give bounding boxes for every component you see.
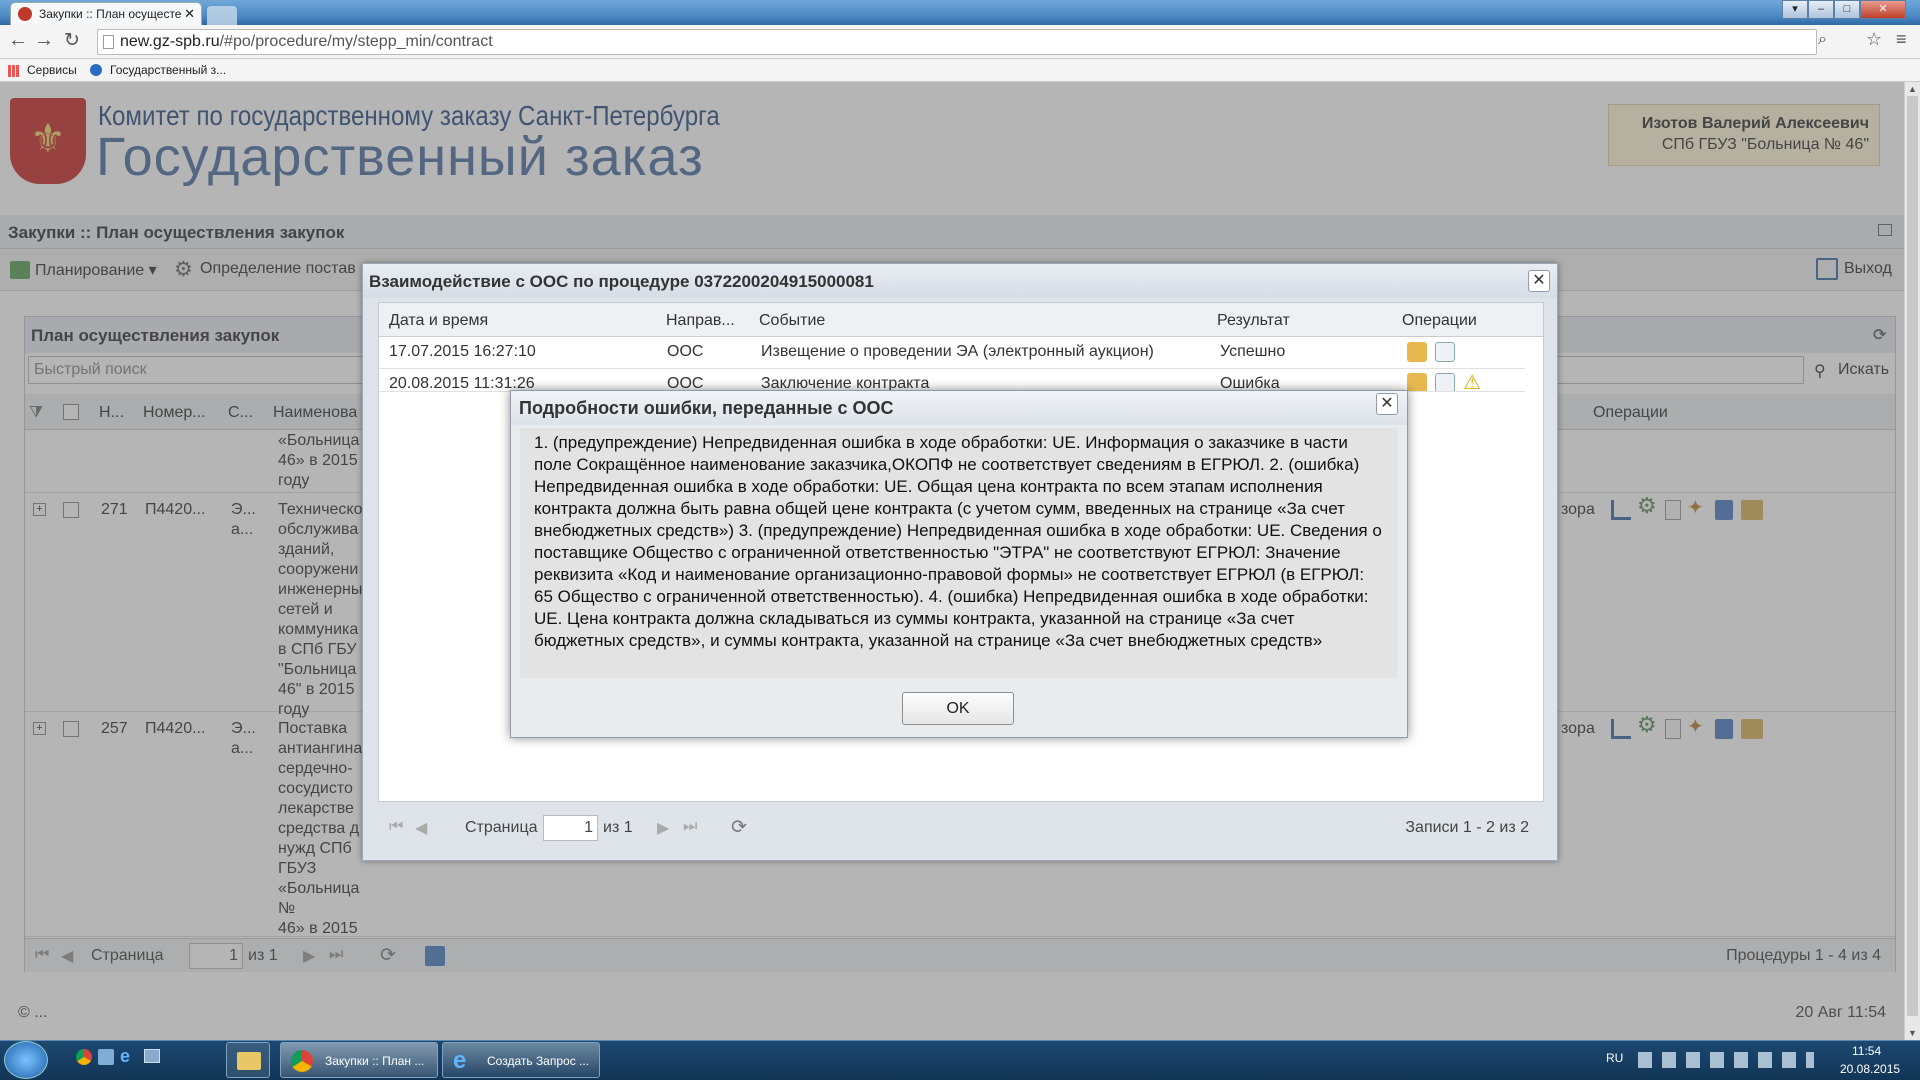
document-icon[interactable] <box>1435 373 1455 391</box>
browser-tab-active[interactable]: Закупки :: План осущесте ✕ <box>10 2 202 25</box>
table-row[interactable]: 20.08.2015 11:31:26 ООС Заключение контр… <box>379 370 1525 392</box>
tab-close-icon[interactable]: ✕ <box>184 6 195 22</box>
search-icon[interactable]: ⌕ <box>1818 31 1827 49</box>
site-favicon-icon <box>18 7 32 21</box>
event-datetime: 17.07.2015 16:27:10 <box>389 343 536 360</box>
bookmark-globe-icon <box>90 64 102 76</box>
ooc-dialog-close-button[interactable]: ✕ <box>1528 270 1550 292</box>
browser-tabbar <box>0 0 1920 25</box>
star-icon[interactable]: ☆ <box>1866 29 1882 50</box>
package-icon[interactable] <box>1407 342 1427 362</box>
document-icon[interactable] <box>1435 342 1455 362</box>
table-row[interactable]: 17.07.2015 16:27:10 ООС Извещение о пров… <box>379 337 1525 369</box>
col-result[interactable]: Результат <box>1217 312 1290 330</box>
apps-grid-icon <box>8 65 20 77</box>
desktop-quicklaunch-icon[interactable] <box>144 1049 160 1063</box>
page-label: Страница <box>465 819 538 836</box>
address-bar[interactable]: new.gz-spb.ru/#po/procedure/my/stepp_min… <box>97 29 1817 55</box>
col-direction[interactable]: Направ... <box>666 312 735 330</box>
ie-quicklaunch-icon[interactable]: e <box>120 1046 130 1067</box>
browser-tab-title: Закупки :: План осущесте <box>39 7 182 21</box>
error-message: 1. (предупреждение) Непредвиденная ошибк… <box>520 428 1398 678</box>
chrome-quicklaunch-icon[interactable] <box>76 1049 92 1065</box>
window-minimize-button[interactable]: – <box>1808 0 1834 19</box>
prev-page-icon[interactable]: ◀ <box>415 818 427 838</box>
ooc-dialog-title: Взаимодействие с ООС по процедуре 037220… <box>363 264 1557 298</box>
event-name: Извещение о проведении ЭА (электронный а… <box>761 343 1154 360</box>
next-page-icon[interactable]: ▶ <box>657 818 669 838</box>
event-result: Успешно <box>1220 343 1286 360</box>
scroll-up-icon[interactable]: ▲ <box>1908 84 1917 94</box>
error-dialog-title: Подробности ошибки, переданные с ООС <box>511 391 1407 425</box>
scroll-down-icon[interactable]: ▼ <box>1908 1028 1917 1038</box>
error-dialog-close-button[interactable]: ✕ <box>1376 393 1398 415</box>
taskbar-ie-window[interactable]: e Создать Запрос ... <box>442 1042 600 1078</box>
page-input[interactable]: 1 <box>543 815 598 841</box>
refresh-icon[interactable]: ⟳ <box>731 816 747 839</box>
bookmark-goszakaz[interactable]: Государственный з... <box>110 63 226 77</box>
window-restore-button[interactable]: ▾ <box>1782 0 1808 19</box>
bookmarks-bar: Сервисы Государственный з... <box>0 59 1920 82</box>
folder-taskbar-button[interactable] <box>226 1042 270 1078</box>
ok-button[interactable]: OK <box>902 692 1014 725</box>
menu-icon[interactable]: ≡ <box>1896 29 1907 50</box>
url-path: /#po/procedure/my/stepp_min/contract <box>219 33 493 50</box>
window-maximize-button[interactable]: □ <box>1834 0 1860 19</box>
page-scrollbar[interactable]: ▲ ▼ <box>1904 82 1920 1044</box>
reload-icon[interactable]: ↻ <box>64 29 80 52</box>
last-page-icon[interactable]: ⏭ <box>683 818 697 836</box>
package-icon[interactable] <box>1407 373 1427 391</box>
event-direction: ООС <box>667 343 704 360</box>
window-close-button[interactable]: ✕ <box>1860 0 1906 19</box>
forward-arrow-icon[interactable]: → <box>34 29 54 52</box>
bookmark-services[interactable]: Сервисы <box>27 63 77 77</box>
clock-time[interactable]: 11:54 <box>1852 1044 1881 1058</box>
warning-icon[interactable]: ⚠ <box>1463 370 1481 391</box>
language-indicator[interactable]: RU <box>1606 1051 1623 1065</box>
page-of-label: из 1 <box>603 819 633 836</box>
page-icon <box>103 35 114 49</box>
new-tab-button[interactable] <box>207 6 237 25</box>
explorer-quicklaunch-icon[interactable] <box>98 1049 114 1065</box>
records-summary: Записи 1 - 2 из 2 <box>1405 819 1529 836</box>
col-event[interactable]: Событие <box>759 312 825 330</box>
first-page-icon[interactable]: ⏮ <box>389 818 403 836</box>
col-datetime[interactable]: Дата и время <box>389 312 488 330</box>
ooc-grid-header: Дата и время Направ... Событие Результат… <box>379 303 1543 337</box>
back-arrow-icon[interactable]: ← <box>8 29 28 52</box>
scroll-thumb[interactable] <box>1907 96 1918 1016</box>
tray-icons[interactable] <box>1638 1052 1814 1068</box>
clock-date[interactable]: 20.08.2015 <box>1840 1062 1900 1076</box>
start-button[interactable] <box>4 1041 48 1079</box>
taskbar-chrome-window[interactable]: Закупки :: План ... <box>280 1042 438 1078</box>
url-host: new.gz-spb.ru <box>120 33 220 50</box>
ooc-pager: ⏮ ◀ Страница 1 из 1 ▶ ⏭ ⟳ Записи 1 - 2 и… <box>379 808 1543 848</box>
col-operations: Операции <box>1402 312 1477 329</box>
